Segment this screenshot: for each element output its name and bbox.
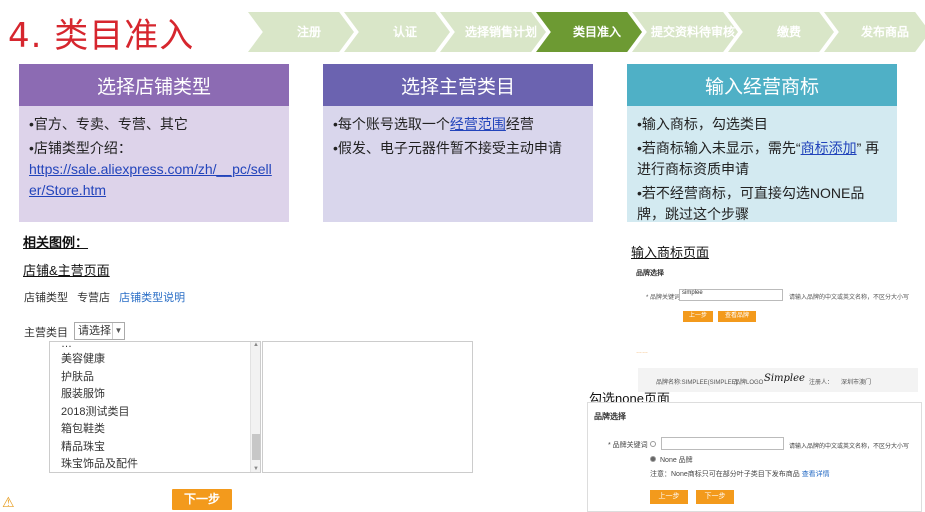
brand-keyword-label: * 品牌关键词 (608, 442, 648, 449)
brand-select-title: 品牌选择 (594, 412, 626, 421)
subcategory-listbox[interactable] (262, 341, 473, 473)
bullet: •店铺类型介绍： (29, 140, 132, 156)
business-scope-link[interactable]: 经营范围 (450, 116, 506, 132)
list-item[interactable]: 精品珠宝 (50, 439, 260, 457)
store-type-link[interactable]: https://sale.aliexpress.com/zh/__pc/sell… (29, 161, 272, 198)
scroll-thumb[interactable] (252, 434, 260, 460)
scroll-down-icon[interactable]: ▼ (251, 466, 260, 472)
brand-keyword-input[interactable] (661, 437, 784, 450)
card-store-type: 选择店铺类型 •官方、专卖、专营、其它 •店铺类型介绍： https://sal… (19, 64, 289, 222)
related-examples-label: 相关图例： (23, 235, 89, 250)
none-brand-label: None 品牌 (660, 457, 693, 464)
prev-button[interactable]: 上一步 (650, 490, 688, 504)
brand-logo-label: 品牌LOGO (734, 380, 764, 386)
none-note-link[interactable]: 查看详情 (802, 471, 830, 478)
shop-type-row: 店铺类型 专营店 店铺类型说明 (24, 289, 191, 305)
step-verify: 认证 (344, 12, 450, 52)
category-listbox[interactable]: … 美容健康 护肤品 服装服饰 2018测试类目 箱包鞋类 精品珠宝 珠宝饰品及… (49, 341, 261, 473)
category-select-value: 请选择 (78, 325, 111, 337)
shop-page-label: 店铺&主营页面 (23, 263, 110, 278)
none-radio[interactable] (650, 456, 656, 462)
prev-button[interactable]: 上一步 (683, 311, 713, 322)
bullet: •官方、专卖、专营、其它 (29, 116, 188, 132)
bullet: •假发、电子元器件暂不接受主动申请 (333, 140, 562, 156)
next-button[interactable]: 下一步 (172, 489, 232, 510)
card-store-type-title: 选择店铺类型 (19, 64, 289, 106)
brand-keyword-label: * 品牌关键词 (646, 295, 681, 301)
card-main-category-title: 选择主营类目 (323, 64, 593, 106)
list-item[interactable]: 2018测试类目 (50, 404, 260, 422)
next-button[interactable]: 下一步 (696, 490, 734, 504)
list-scrollbar[interactable]: ▲ ▼ (250, 342, 260, 472)
brand-hint: 请输入品牌的中文或英文名称，不区分大小写 (789, 295, 910, 301)
shop-type-value: 专营店 (77, 292, 111, 304)
brand-notice: …… (636, 349, 648, 355)
card-main-category: 选择主营类目 •每个账号选取一个经营范围经营 •假发、电子元器件暂不接受主动申请 (323, 64, 593, 222)
view-brand-button[interactable]: 查看品牌 (718, 311, 756, 322)
registrant-label: 注册人： (809, 380, 834, 386)
list-item-partial: … (61, 342, 72, 350)
card-brand-title: 输入经营商标 (627, 64, 897, 106)
brand-page-label: 输入商标页面 (631, 245, 710, 260)
step-payment: 缴费 (728, 12, 834, 52)
scroll-up-icon[interactable]: ▲ (251, 342, 260, 348)
progress-steps: 注册 认证 选择销售计划 类目准入 提交资料待审核 缴费 发布商品 (248, 12, 925, 52)
brand-logo: Simplee (764, 373, 805, 384)
list-item[interactable]: 珠宝饰品及配件 (50, 456, 260, 472)
shop-type-help-link[interactable]: 店铺类型说明 (119, 292, 185, 304)
brand-input-screenshot: 品牌选择 * 品牌关键词 simplee 请输入品牌的中文或英文名称，不区分大小… (626, 262, 922, 395)
none-note: 注意：None商标只可在部分叶子类目下发布商品 查看详情 (650, 471, 830, 478)
step-register: 注册 (248, 12, 354, 52)
add-brand-link[interactable]: 商标添加 (801, 140, 857, 156)
step-publish: 发布商品 (824, 12, 925, 52)
card-brand: 输入经营商标 •输入商标，勾选类目 •若商标输入未显示，需先“商标添加” 再进行… (627, 64, 897, 222)
step-category-access: 类目准入 (536, 12, 642, 52)
step-sales-plan: 选择销售计划 (440, 12, 546, 52)
brand-name-label: 品牌名称:SIMPLEE(SIMPLEE) (656, 380, 738, 386)
none-brand-screenshot: 品牌选择 * 品牌关键词 请输入品牌的中文或英文名称，不区分大小写 None 品… (587, 402, 922, 512)
page-title: 4. 类目准入 (8, 16, 195, 56)
keyword-radio[interactable] (650, 441, 656, 447)
main-category-label: 主营类目 (24, 327, 68, 339)
warning-icon: ⚠ (2, 494, 15, 510)
list-item[interactable]: 护肤品 (50, 369, 260, 387)
list-item[interactable]: 服装服饰 (50, 386, 260, 404)
brand-hint: 请输入品牌的中文或英文名称，不区分大小写 (789, 444, 910, 450)
brand-select-title: 品牌选择 (636, 270, 664, 277)
bullet: •若商标输入未显示，需先“商标添加” 再进行商标资质申请 (637, 140, 880, 177)
list-item[interactable]: 美容健康 (50, 351, 260, 369)
brand-keyword-input[interactable]: simplee (679, 289, 783, 301)
bullet: •输入商标，勾选类目 (637, 116, 768, 132)
registrant-value: 深圳市澳门 (841, 380, 872, 386)
category-select[interactable]: 请选择 ▼ (74, 322, 125, 340)
chevron-down-icon: ▼ (112, 323, 124, 339)
shop-type-label: 店铺类型 (24, 292, 68, 304)
step-submit-review: 提交资料待审核 (632, 12, 738, 52)
bullet: •若不经营商标，可直接勾选NONE品牌，跳过这个步骤 (637, 185, 865, 222)
bullet: •每个账号选取一个经营范围经营 (333, 116, 534, 132)
list-item[interactable]: 箱包鞋类 (50, 421, 260, 439)
